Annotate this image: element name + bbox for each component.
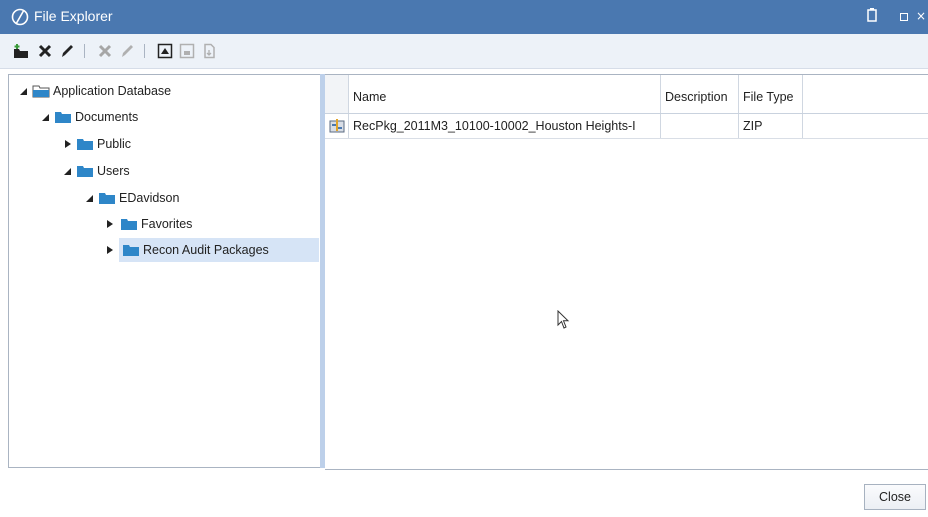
cell-description: [661, 114, 739, 138]
window-titlebar: File Explorer ×: [0, 0, 928, 34]
cell-name: RecPkg_2011M3_10100-10002_Houston Height…: [349, 114, 661, 138]
tree-node-label: Recon Audit Packages: [143, 243, 269, 257]
window-title: File Explorer: [34, 8, 113, 24]
mouse-cursor-icon: [557, 310, 570, 329]
tree-node-public[interactable]: Public: [63, 132, 319, 156]
collapse-arrow-icon[interactable]: [19, 79, 29, 103]
pin-icon[interactable]: [866, 8, 878, 24]
column-header-name[interactable]: Name: [349, 75, 661, 113]
new-folder-icon[interactable]: [12, 42, 30, 60]
toolbar: [0, 34, 928, 69]
collapse-arrow-icon[interactable]: [85, 186, 95, 210]
folder-tree: Application Database Documents Public Us…: [8, 74, 322, 468]
upload-icon[interactable]: [156, 42, 174, 60]
expand-arrow-icon[interactable]: [105, 212, 115, 236]
folder-icon: [77, 166, 93, 177]
save-icon[interactable]: [178, 42, 196, 60]
toolbar-separator: [144, 44, 145, 58]
toolbar-separator: [84, 44, 85, 58]
maximize-icon[interactable]: [900, 13, 908, 21]
column-header-description[interactable]: Description: [661, 75, 739, 113]
delete-icon[interactable]: [36, 42, 54, 60]
edit-file-icon[interactable]: [118, 42, 136, 60]
app-logo-icon: [11, 8, 29, 26]
row-icon-cell: [325, 114, 349, 138]
folder-icon: [55, 112, 71, 123]
close-button[interactable]: Close: [864, 484, 926, 510]
tree-node-label: Documents: [75, 110, 139, 124]
close-window-icon[interactable]: ×: [916, 9, 926, 23]
cell-file-type: ZIP: [739, 114, 803, 138]
tree-node-favorites[interactable]: Favorites: [105, 212, 319, 236]
table-row[interactable]: RecPkg_2011M3_10100-10002_Houston Height…: [325, 114, 928, 139]
grid-header-icon-column: [325, 75, 349, 113]
database-folder-icon: [32, 85, 50, 98]
tree-node-label: Favorites: [141, 217, 193, 231]
tree-node-label: Application Database: [53, 84, 172, 98]
tree-node-label: Users: [97, 164, 130, 178]
tree-node-label: Public: [97, 137, 132, 151]
tree-node-edavidson[interactable]: EDavidson: [85, 186, 319, 210]
tree-node-documents[interactable]: Documents: [41, 105, 319, 129]
tree-node-recon-audit-packages[interactable]: Recon Audit Packages: [105, 238, 319, 262]
folder-icon: [121, 219, 137, 230]
tree-node-selection: Recon Audit Packages: [119, 238, 319, 262]
zip-file-icon: [329, 119, 345, 133]
grid-header: Name Description File Type: [325, 75, 928, 114]
column-header-file-type[interactable]: File Type: [739, 75, 803, 113]
tree-node-application-database[interactable]: Application Database: [19, 79, 319, 103]
delete-file-icon[interactable]: [96, 42, 114, 60]
export-icon[interactable]: [200, 42, 218, 60]
file-grid: Name Description File Type RecPkg_2011M3…: [325, 74, 928, 470]
folder-icon: [77, 139, 93, 150]
folder-icon: [99, 193, 115, 204]
folder-icon: [123, 245, 139, 256]
collapse-arrow-icon[interactable]: [63, 159, 73, 183]
expand-arrow-icon[interactable]: [105, 238, 115, 262]
tree-node-users[interactable]: Users: [63, 159, 319, 183]
edit-icon[interactable]: [58, 42, 76, 60]
expand-arrow-icon[interactable]: [63, 132, 73, 156]
tree-node-label: EDavidson: [119, 191, 180, 205]
collapse-arrow-icon[interactable]: [41, 105, 51, 129]
